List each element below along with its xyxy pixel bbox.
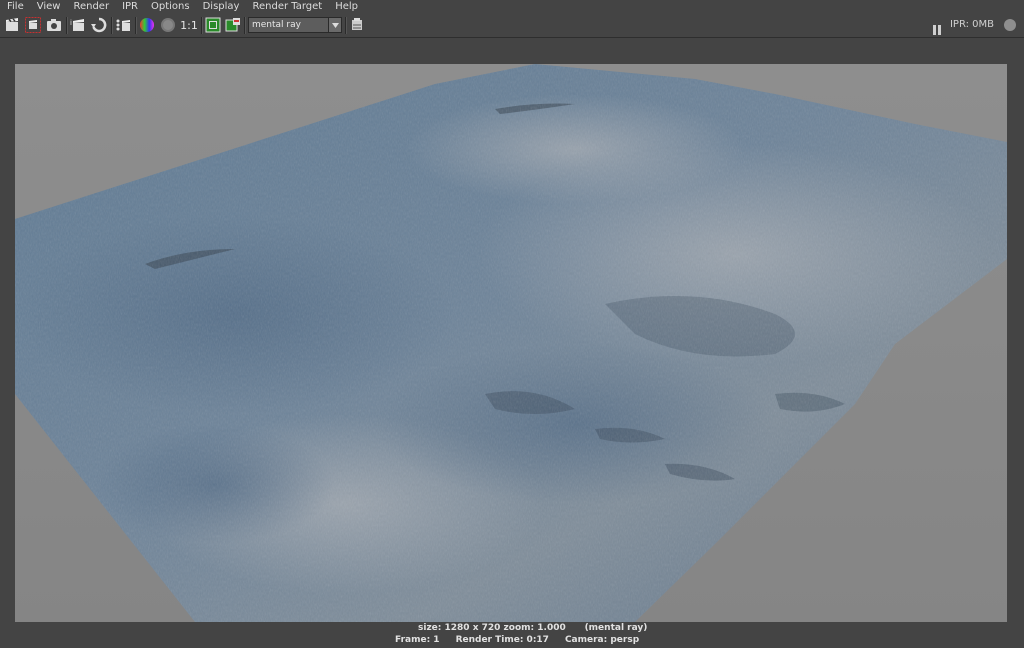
alpha-channel-icon[interactable] bbox=[160, 17, 176, 33]
render-frame-icon[interactable] bbox=[4, 17, 20, 33]
toolbar-separator bbox=[244, 17, 246, 34]
ipr-render-icon[interactable]: i bbox=[70, 17, 86, 33]
real-size-button[interactable]: 1:1 bbox=[180, 17, 198, 33]
status-info-line: Frame: 1 Render Time: 0:17 Camera: persp bbox=[395, 634, 655, 646]
render-settings-icon[interactable] bbox=[349, 17, 365, 33]
remove-image-icon[interactable] bbox=[225, 17, 241, 33]
status-renderer: (mental ray) bbox=[584, 623, 648, 633]
menu-render-target[interactable]: Render Target bbox=[245, 0, 328, 14]
menu-display[interactable]: Display bbox=[196, 0, 246, 14]
toolbar: i 1:1 mental ray IPR: 0MB bbox=[0, 14, 1024, 38]
toolbar-separator bbox=[201, 17, 203, 34]
ipr-memory-status: IPR: 0MB bbox=[949, 19, 994, 30]
status-render-time: Render Time: 0:17 bbox=[455, 635, 549, 645]
menu-render[interactable]: Render bbox=[66, 0, 115, 14]
toolbar-separator bbox=[345, 17, 347, 34]
chevron-down-icon bbox=[328, 18, 341, 32]
menu-options[interactable]: Options bbox=[144, 0, 196, 14]
menu-help[interactable]: Help bbox=[328, 0, 364, 14]
svg-text:i: i bbox=[70, 19, 72, 27]
renderer-dropdown[interactable]: mental ray bbox=[248, 17, 342, 33]
snapshot-icon[interactable] bbox=[46, 17, 62, 33]
rgb-channels-icon[interactable] bbox=[139, 17, 155, 33]
menu-view[interactable]: View bbox=[30, 0, 67, 14]
rendered-image bbox=[15, 64, 1007, 622]
toolbar-separator bbox=[111, 17, 113, 34]
status-bar: size: 1280 x 720 zoom: 1.000 (mental ray… bbox=[0, 622, 1024, 648]
status-frame: Frame: 1 bbox=[395, 635, 440, 645]
pause-icon[interactable] bbox=[933, 20, 942, 35]
renderer-dropdown-value: mental ray bbox=[252, 20, 301, 30]
menu-file[interactable]: File bbox=[0, 0, 30, 14]
render-region-icon[interactable] bbox=[25, 17, 41, 33]
status-camera: Camera: persp bbox=[564, 635, 640, 645]
toolbar-separator bbox=[66, 17, 68, 34]
ipr-status-indicator-icon bbox=[1004, 19, 1016, 31]
render-sequence-icon[interactable] bbox=[115, 17, 131, 33]
keep-image-icon[interactable] bbox=[205, 17, 221, 33]
status-size-line: size: 1280 x 720 zoom: 1.000 (mental ray… bbox=[418, 622, 647, 634]
menu-bar: File View Render IPR Options Display Ren… bbox=[0, 0, 1024, 14]
toolbar-separator bbox=[135, 17, 137, 34]
refresh-ipr-icon[interactable] bbox=[91, 17, 107, 33]
render-viewport[interactable] bbox=[0, 38, 1024, 622]
menu-ipr[interactable]: IPR bbox=[115, 0, 144, 14]
status-size-zoom: size: 1280 x 720 zoom: 1.000 bbox=[418, 623, 566, 633]
